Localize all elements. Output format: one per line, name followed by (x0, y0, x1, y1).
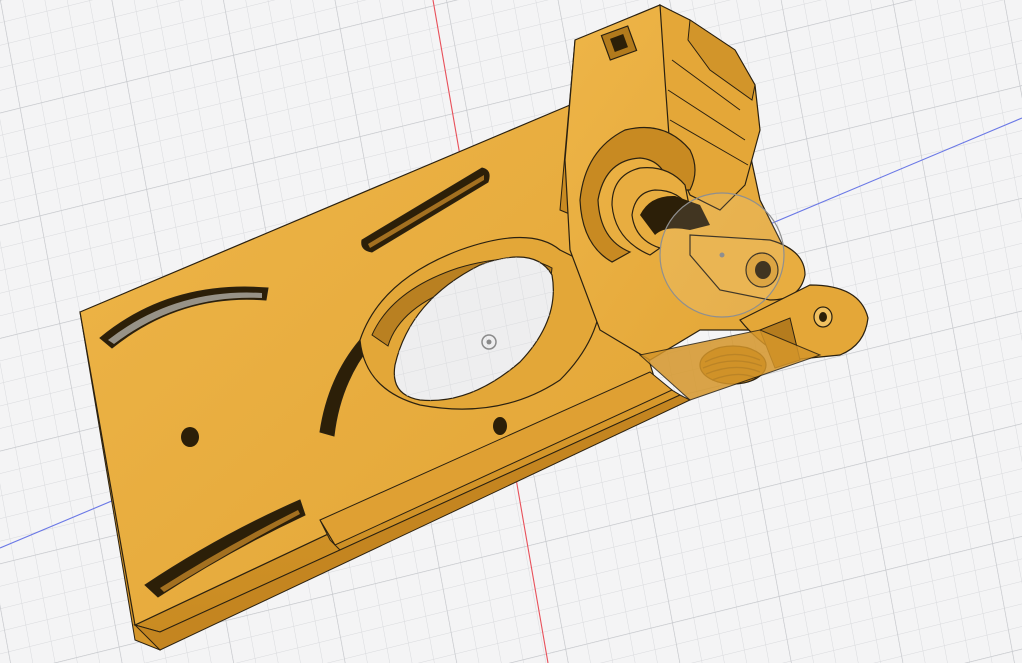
orbit-target-icon[interactable] (659, 192, 785, 318)
viewport-canvas[interactable] (0, 0, 1022, 663)
mount-hole-left (181, 427, 199, 447)
mount-hole-center (493, 417, 507, 435)
cad-3d-viewport[interactable] (0, 0, 1022, 663)
lower-tab-hole-inner (819, 312, 827, 322)
